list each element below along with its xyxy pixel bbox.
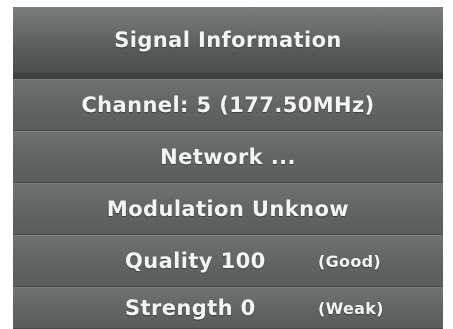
strength-value: Strength 0 [125,296,256,320]
channel-row: Channel: 5 (177.50MHz) [13,79,443,131]
panel-title-bar: Signal Information [13,7,443,73]
network-value: Network ... [160,145,296,169]
quality-status: (Good) [318,251,381,271]
modulation-value: Modulation Unknow [106,197,350,221]
quality-row: Quality 100 (Good) [13,235,443,287]
panel-title: Signal Information [114,27,342,52]
quality-value: Quality 100 [125,249,266,273]
signal-information-panel: Signal Information Channel: 5 (177.50MHz… [13,7,443,329]
modulation-row: Modulation Unknow [13,183,443,235]
network-row: Network ... [13,131,443,183]
strength-status: (Weak) [318,298,384,318]
channel-value: Channel: 5 (177.50MHz) [81,93,375,117]
strength-row: Strength 0 (Weak) [13,287,443,329]
